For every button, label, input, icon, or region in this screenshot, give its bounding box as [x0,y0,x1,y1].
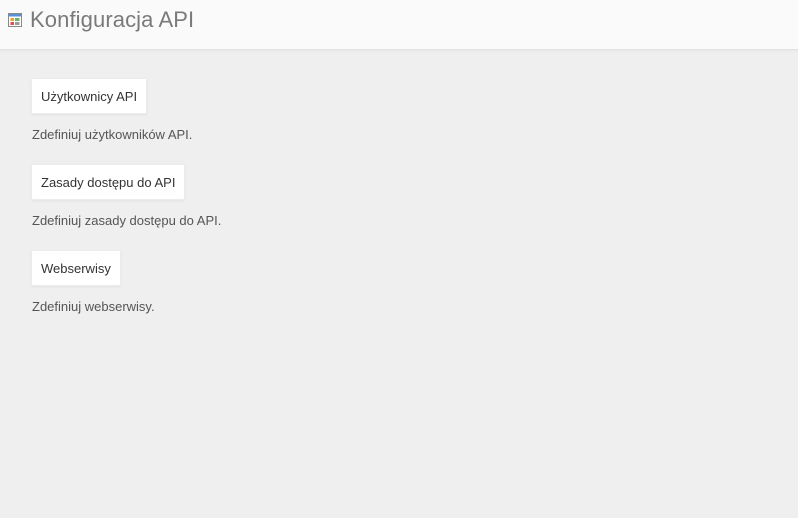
page-title: Konfiguracja API [30,7,195,32]
section-api-users: Użytkownicy API [31,78,148,114]
api-users-description: Zdefiniuj użytkowników API. [32,127,193,142]
webservices-button[interactable]: Webserwisy [31,250,121,286]
api-access-rules-button[interactable]: Zasady dostępu do API [31,164,186,200]
section-webservices: Webserwisy [31,250,121,286]
section-api-access-rules: Zasady dostępu do API [31,164,186,200]
api-config-icon [8,13,22,27]
api-access-rules-description: Zdefiniuj zasady dostępu do API. [32,213,222,228]
page-header: Konfiguracja API [0,0,798,50]
api-users-button[interactable]: Użytkownicy API [31,78,148,114]
webservices-description: Zdefiniuj webserwisy. [32,299,155,314]
